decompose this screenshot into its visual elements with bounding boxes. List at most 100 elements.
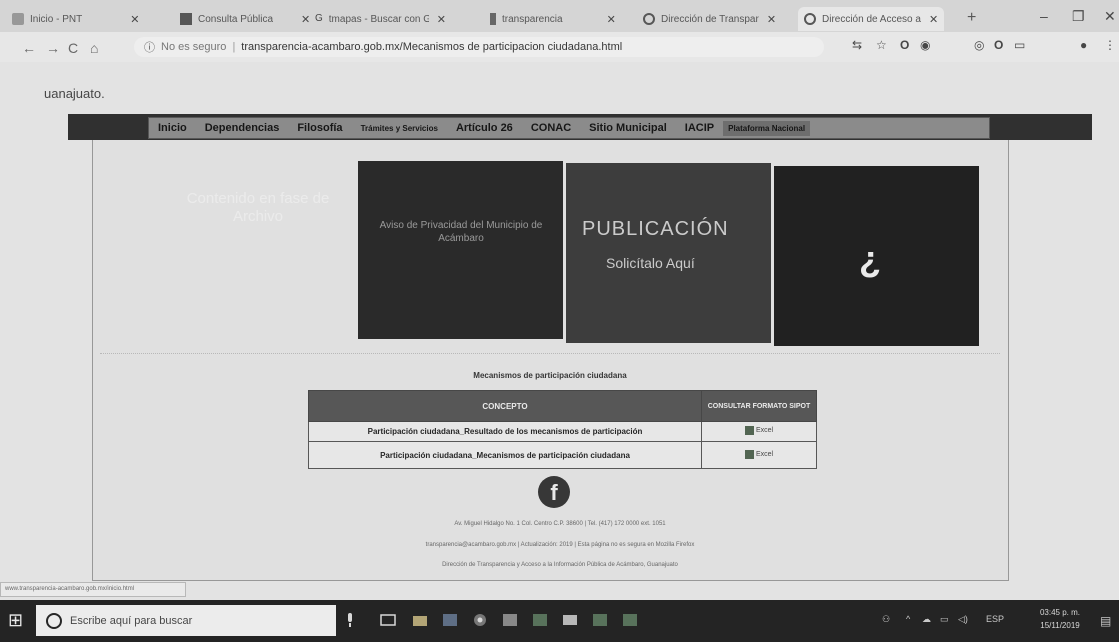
app-icon[interactable] <box>562 613 578 627</box>
profile-avatar[interactable]: ● <box>1080 38 1087 52</box>
address-bar[interactable]: ⓘ No es seguro | transparencia-acambaro.… <box>134 37 824 57</box>
menu-icon[interactable]: ⋮ <box>1104 38 1116 52</box>
site-favicon-icon <box>490 13 496 25</box>
divider: | <box>232 41 236 53</box>
forward-icon[interactable]: → <box>46 40 60 56</box>
footer-contact: transparencia@acambaro.gob.mx | Actualiz… <box>425 542 695 548</box>
cortana-icon <box>46 612 62 629</box>
google-icon: G <box>315 13 323 24</box>
tab-direccion-acceso[interactable]: Dirección de Acceso a ✕ <box>798 7 945 31</box>
reload-icon[interactable]: C <box>68 40 78 56</box>
excel-label[interactable]: Excel <box>756 451 773 458</box>
nav-item-filosofia[interactable]: Filosofía <box>288 122 351 134</box>
security-label: No es seguro <box>161 41 227 53</box>
close-icon[interactable]: ✕ <box>301 13 310 26</box>
nav-item-tramites[interactable]: Trámites y Servicios <box>352 124 447 133</box>
section-title: Mecanismos de participación ciudadana <box>473 371 627 380</box>
volume-icon[interactable]: ◁) <box>958 614 968 625</box>
extension-icon[interactable]: ▭ <box>1014 38 1025 52</box>
app-icon[interactable] <box>442 613 458 627</box>
tab-transparencia[interactable]: transparencia ✕ <box>490 7 616 31</box>
task-view-icon[interactable] <box>380 613 396 627</box>
taskbar-clock[interactable]: 03:45 p. m. 15/11/2019 <box>1030 606 1090 632</box>
concept-header: CONCEPTO <box>308 390 702 422</box>
opera-extension-icon[interactable]: O <box>900 38 909 52</box>
facebook-icon[interactable]: f <box>538 476 570 508</box>
windows-start-icon[interactable]: ⊞ <box>8 610 23 631</box>
app-icon[interactable] <box>502 613 518 627</box>
concept-cell: Participación ciudadana_Mecanismos de pa… <box>308 441 702 469</box>
excel-label[interactable]: Excel <box>756 427 773 434</box>
new-tab-button[interactable]: + <box>967 9 976 27</box>
nav-item-dependencias[interactable]: Dependencias <box>196 122 289 134</box>
info-icon[interactable]: ⓘ <box>144 39 155 55</box>
close-icon[interactable]: ✕ <box>437 13 446 26</box>
clock-date: 15/11/2019 <box>1040 621 1080 630</box>
tab-label: Dirección de Transpar <box>661 13 759 25</box>
globe-icon <box>643 13 655 25</box>
pnt-favicon-icon <box>12 13 24 25</box>
url-text[interactable]: transparencia-acambaro.gob.mx/Mecanismos… <box>241 41 622 53</box>
mechanisms-table: CONCEPTO CONSULTAR FORMATO SIPOT Partici… <box>308 390 817 469</box>
tab-google-search[interactable]: G tmapas - Buscar con G ✕ <box>315 7 446 31</box>
excel-taskbar-icon[interactable] <box>622 613 638 627</box>
nav-item-iacip[interactable]: IACIP <box>676 122 723 134</box>
tile-text: Aviso de Privacidad del Municipio de Acá… <box>379 220 543 244</box>
maximize-button[interactable]: ❐ <box>1072 8 1085 25</box>
language-indicator[interactable]: ESP <box>986 614 1004 624</box>
publication-tile[interactable]: PUBLICACIÓN Solicítalo Aquí <box>566 163 771 343</box>
privacy-notice-tile[interactable]: Aviso de Privacidad del Municipio de Acá… <box>358 161 563 339</box>
opera-extension-icon[interactable]: O <box>994 38 1003 52</box>
close-icon[interactable]: ✕ <box>607 13 616 26</box>
tab-consulta-publica[interactable]: Consulta Pública ✕ <box>180 7 310 31</box>
excel-link-cell[interactable]: Excel <box>701 421 817 442</box>
question-mark-icon: ¿ <box>859 238 881 279</box>
extension-icon[interactable]: ◎ <box>974 38 984 52</box>
tile-title: PUBLICACIÓN <box>582 218 729 240</box>
excel-link[interactable]: Excel <box>744 426 773 435</box>
site-nav-menu: Inicio Dependencias Filosofía Trámites y… <box>148 117 990 139</box>
nav-item-conac[interactable]: CONAC <box>522 122 580 134</box>
home-icon[interactable]: ⌂ <box>90 40 98 56</box>
file-explorer-icon[interactable] <box>412 613 428 627</box>
browser-toolbar: ← → C ⌂ ⓘ No es seguro | transparencia-a… <box>0 32 1119 62</box>
minimize-button[interactable]: – <box>1040 8 1048 24</box>
notifications-icon[interactable]: ▤ <box>1100 614 1111 628</box>
excel-taskbar-icon[interactable] <box>532 613 548 627</box>
taskbar-search-box[interactable]: Escribe aquí para buscar <box>36 605 336 636</box>
close-icon[interactable]: ✕ <box>929 13 938 26</box>
search-placeholder: Escribe aquí para buscar <box>70 614 193 627</box>
extension-icon[interactable]: ◉ <box>920 38 930 52</box>
window-close-button[interactable]: ✕ <box>1104 8 1116 25</box>
tile-subtitle: Solicítalo Aquí <box>606 255 695 271</box>
excel-icon <box>744 449 754 459</box>
nav-item-inicio[interactable]: Inicio <box>149 122 196 134</box>
bookmark-star-icon[interactable]: ☆ <box>876 38 887 52</box>
windows-taskbar: ⊞ Escribe aquí para buscar ⚇ ^ ☁ ▭ ◁) ES… <box>0 600 1119 642</box>
tab-label: Dirección de Acceso a <box>822 13 921 25</box>
chrome-icon[interactable] <box>472 613 488 627</box>
hero-text: Contenido en fase de Archivo <box>186 190 330 225</box>
network-icon[interactable]: ▭ <box>940 614 949 625</box>
microphone-icon[interactable] <box>345 613 361 627</box>
tab-inicio-pnt[interactable]: Inicio - PNT ✕ <box>12 7 139 31</box>
nav-item-plataforma-nacional[interactable]: Plataforma Nacional <box>723 120 811 136</box>
nav-item-sitio-municipal[interactable]: Sitio Municipal <box>580 122 676 134</box>
close-icon[interactable]: ✕ <box>130 13 139 26</box>
excel-link-cell[interactable]: Excel <box>701 441 817 469</box>
chevron-up-icon[interactable]: ^ <box>906 614 910 624</box>
tab-label: Consulta Pública <box>198 13 274 25</box>
tab-direccion-transparencia[interactable]: Dirección de Transpar ✕ <box>643 7 776 31</box>
consult-header: CONSULTAR FORMATO SIPOT <box>701 390 817 422</box>
translate-icon[interactable]: ⇆ <box>852 38 862 52</box>
back-icon[interactable]: ← <box>22 40 36 56</box>
people-icon[interactable]: ⚇ <box>882 614 890 625</box>
excel-taskbar-icon[interactable] <box>592 613 608 627</box>
question-tile[interactable]: ¿ <box>774 166 979 346</box>
cloud-icon[interactable]: ☁ <box>922 614 931 625</box>
close-icon[interactable]: ✕ <box>767 13 776 26</box>
excel-link[interactable]: Excel <box>744 449 773 459</box>
footer-department: Dirección de Transparencia y Acceso a la… <box>442 562 678 568</box>
nav-item-articulo-26[interactable]: Artículo 26 <box>447 122 522 134</box>
table-row: Participación ciudadana_Mecanismos de pa… <box>308 441 817 469</box>
